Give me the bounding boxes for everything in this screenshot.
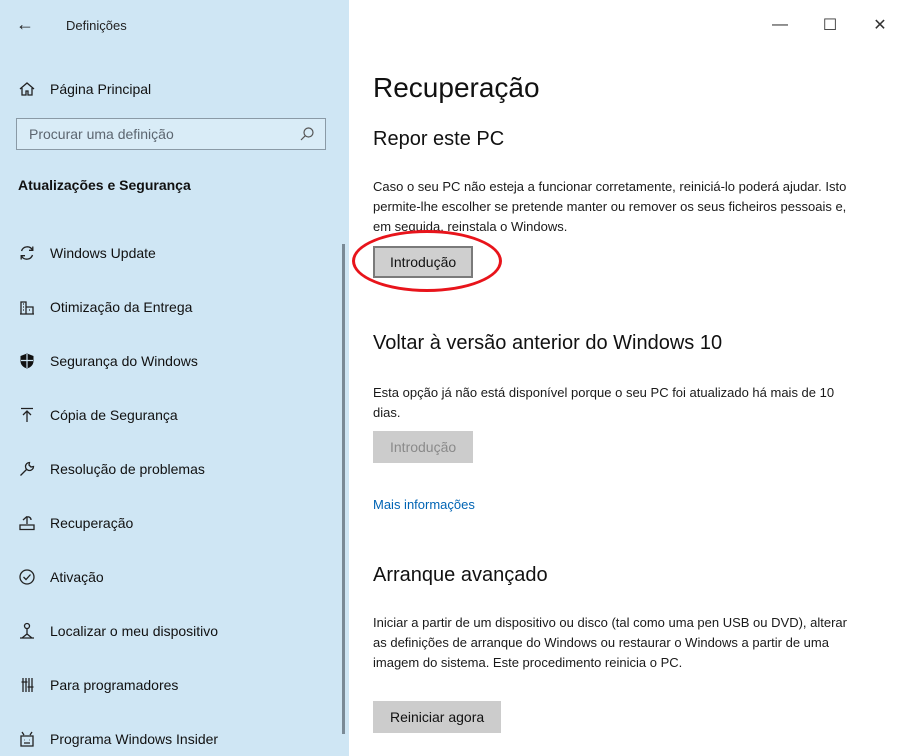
refresh-icon (18, 244, 36, 262)
page-title: Recuperação (373, 72, 540, 103)
sidebar-item-windows-update[interactable]: Windows Update (0, 226, 345, 280)
restart-now-button[interactable]: Reiniciar agora (373, 701, 502, 733)
sidebar-item-label: Segurança do Windows (50, 353, 198, 369)
maximize-button[interactable]: ☐ (805, 0, 855, 50)
sidebar-item-label: Para programadores (50, 677, 179, 693)
backup-icon (18, 406, 36, 424)
home-label: Página Principal (50, 81, 152, 97)
find-device-icon (18, 622, 36, 640)
sidebar-item-find-my-device[interactable]: Localizar o meu dispositivo (0, 604, 345, 658)
wrench-icon (18, 460, 36, 478)
reset-get-started-button[interactable]: Introdução (373, 246, 474, 278)
check-circle-icon (18, 568, 36, 586)
app-title: Definições (66, 18, 127, 33)
sidebar-item-backup[interactable]: Cópia de Segurança (0, 388, 345, 442)
window-controls: — ☐ ✕ (755, 0, 905, 50)
home-link[interactable]: Página Principal (18, 78, 151, 100)
sidebar-item-windows-security[interactable]: Segurança do Windows (0, 334, 345, 388)
minimize-button[interactable]: — (755, 0, 805, 50)
close-button[interactable]: ✕ (855, 0, 905, 50)
recovery-icon (18, 514, 36, 532)
developer-icon (18, 676, 36, 694)
sidebar-item-delivery-optimization[interactable]: Otimização da Entrega (0, 280, 345, 334)
sidebar-item-label: Resolução de problemas (50, 461, 205, 477)
reset-pc-description: Caso o seu PC não esteja a funcionar cor… (373, 179, 847, 234)
sidebar-item-activation[interactable]: Ativação (0, 550, 345, 604)
sidebar-item-label: Localizar o meu dispositivo (50, 623, 219, 639)
sidebar-scrollbar[interactable] (342, 244, 345, 734)
shield-icon (18, 352, 36, 370)
insider-icon (18, 730, 36, 748)
search-box[interactable] (16, 118, 326, 150)
go-back-get-started-button: Introdução (373, 431, 474, 463)
search-input[interactable] (17, 119, 299, 149)
section-heading: Atualizações e Segurança (18, 177, 191, 193)
go-back-description: Esta opção já não está disponível porque… (373, 385, 835, 420)
sidebar-item-label: Otimização da Entrega (50, 299, 193, 315)
sidebar-item-label: Cópia de Segurança (50, 407, 178, 423)
sidebar-item-label: Recuperação (50, 515, 134, 531)
advanced-startup-description: Iniciar a partir de um dispositivo ou di… (373, 615, 847, 670)
sidebar: ← Definições Página Principal Atualizaçõ… (0, 0, 349, 756)
sidebar-item-label: Windows Update (50, 245, 156, 261)
go-back-heading: Voltar à versão anterior do Windows 10 (373, 332, 723, 354)
delivery-icon (18, 298, 36, 316)
search-icon[interactable] (299, 126, 315, 142)
title-bar: ← Definições (0, 0, 349, 50)
sidebar-item-troubleshoot[interactable]: Resolução de problemas (0, 442, 345, 496)
sidebar-item-windows-insider[interactable]: Programa Windows Insider (0, 712, 345, 756)
sidebar-item-label: Programa Windows Insider (50, 731, 219, 747)
sidebar-item-recovery[interactable]: Recuperação (0, 496, 345, 550)
more-info-link[interactable]: Mais informações (373, 497, 475, 512)
home-icon (18, 80, 36, 98)
reset-pc-heading: Repor este PC (373, 128, 505, 150)
back-arrow-icon[interactable]: ← (16, 14, 36, 34)
sidebar-item-developers[interactable]: Para programadores (0, 658, 345, 712)
sidebar-nav: Windows Update Otimização da Entrega Seg… (0, 226, 345, 756)
advanced-startup-heading: Arranque avançado (373, 564, 548, 586)
sidebar-item-label: Ativação (50, 569, 104, 585)
